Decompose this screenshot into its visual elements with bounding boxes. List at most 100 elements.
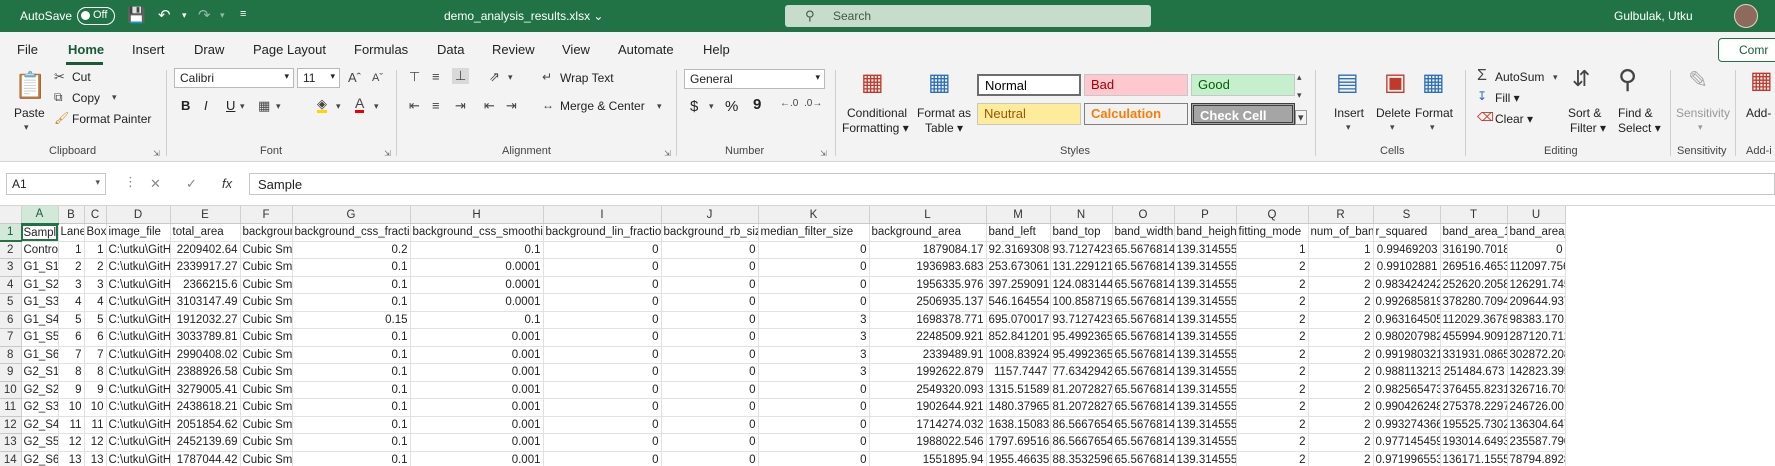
cell[interactable]: Cubic Smooth bbox=[240, 258, 293, 277]
cell[interactable]: 2051854.62 bbox=[170, 416, 241, 434]
cell[interactable]: 0.982565473 bbox=[1373, 381, 1441, 399]
select-all-corner[interactable] bbox=[0, 206, 22, 224]
cell[interactable]: 65.5676814 bbox=[1112, 433, 1175, 452]
cell[interactable]: 0.990426248 bbox=[1373, 398, 1441, 417]
row-header[interactable]: 3 bbox=[0, 258, 22, 277]
column-header[interactable]: B bbox=[58, 206, 85, 224]
cell[interactable]: 2 bbox=[1308, 416, 1374, 434]
cell[interactable]: C:\utku\GitHu bbox=[106, 241, 171, 259]
cell[interactable]: 695.070017 bbox=[986, 311, 1051, 329]
autosum-button[interactable]: AutoSum bbox=[1495, 70, 1544, 84]
find-select-label-1[interactable]: Find & bbox=[1618, 106, 1653, 120]
column-header[interactable]: Q bbox=[1236, 206, 1309, 224]
row-header[interactable]: 14 bbox=[0, 451, 22, 466]
cell[interactable]: r_squared bbox=[1373, 223, 1441, 242]
align-right-icon[interactable]: ⇥ bbox=[455, 98, 466, 114]
cell[interactable]: 5 bbox=[84, 311, 107, 329]
cell[interactable]: 2388926.58 bbox=[170, 363, 241, 382]
cell[interactable]: 2506935.137 bbox=[869, 293, 987, 312]
cell[interactable]: 65.5676814 bbox=[1112, 311, 1175, 329]
column-header[interactable]: K bbox=[758, 206, 870, 224]
name-box[interactable]: A1 ▾ bbox=[6, 173, 106, 195]
cell[interactable]: G2_S4 bbox=[21, 416, 59, 434]
enter-icon[interactable]: ✓ bbox=[186, 176, 197, 192]
format-painter-button[interactable]: Format Painter bbox=[72, 112, 151, 126]
cell[interactable]: 139.3145557 bbox=[1174, 258, 1237, 277]
cell[interactable]: 78794.89285 bbox=[1507, 451, 1566, 466]
cell[interactable]: 0.993274366 bbox=[1373, 416, 1441, 434]
tab-view[interactable]: View bbox=[562, 42, 590, 57]
sort-filter-icon[interactable]: ⇵ bbox=[1572, 66, 1590, 92]
fill-button[interactable]: Fill ▾ bbox=[1495, 91, 1520, 105]
format-cells-button[interactable]: Format bbox=[1415, 106, 1453, 120]
comma-button[interactable]: 9 bbox=[753, 96, 761, 113]
style-neutral[interactable]: Neutral bbox=[977, 103, 1081, 125]
cell[interactable]: 139.3145557 bbox=[1174, 381, 1237, 399]
cell[interactable]: 2 bbox=[1236, 328, 1309, 347]
column-header[interactable]: M bbox=[986, 206, 1051, 224]
increase-font-icon[interactable]: Aˆ bbox=[348, 70, 361, 85]
cell[interactable]: 331931.0865 bbox=[1440, 346, 1508, 364]
cell[interactable]: median_filter_size bbox=[758, 223, 870, 242]
cell[interactable]: band_top bbox=[1050, 223, 1113, 242]
row-header[interactable]: 10 bbox=[0, 381, 22, 399]
cell[interactable]: 0 bbox=[758, 276, 870, 294]
clipboard-launcher-icon[interactable]: ⇲ bbox=[153, 149, 160, 158]
cell[interactable]: C:\utku\GitHu bbox=[106, 311, 171, 329]
cell[interactable]: 0.001 bbox=[410, 416, 544, 434]
format-as-table-label-2[interactable]: Table ▾ bbox=[925, 121, 963, 135]
cell[interactable]: 2 bbox=[1308, 311, 1374, 329]
tab-help[interactable]: Help bbox=[703, 42, 730, 57]
cell[interactable]: 2 bbox=[1308, 258, 1374, 277]
cell[interactable]: 3279005.41 bbox=[170, 381, 241, 399]
column-header[interactable]: H bbox=[410, 206, 544, 224]
column-header[interactable]: D bbox=[106, 206, 171, 224]
cell[interactable]: 2452139.69 bbox=[170, 433, 241, 452]
add-ins-icon[interactable]: ▦ bbox=[1750, 66, 1773, 95]
avatar[interactable] bbox=[1734, 4, 1758, 28]
cell[interactable]: 0 bbox=[543, 258, 662, 277]
cell[interactable]: G1_S5 bbox=[21, 328, 59, 347]
cell[interactable]: 0.0001 bbox=[410, 276, 544, 294]
cell[interactable]: 13 bbox=[58, 451, 85, 466]
row-header[interactable]: 11 bbox=[0, 398, 22, 417]
row-header[interactable]: 6 bbox=[0, 311, 22, 329]
cell[interactable]: 139.3145557 bbox=[1174, 311, 1237, 329]
save-icon[interactable]: 💾 bbox=[127, 6, 146, 24]
styles-more-icon[interactable]: ▾ bbox=[1295, 110, 1307, 125]
sort-filter-label-1[interactable]: Sort & bbox=[1568, 106, 1601, 120]
cell[interactable]: 0 bbox=[758, 398, 870, 417]
cell[interactable]: 326716.7058 bbox=[1507, 381, 1566, 399]
number-format-select[interactable]: General ▾ bbox=[684, 69, 825, 89]
tab-automate[interactable]: Automate bbox=[618, 42, 674, 57]
cell[interactable]: 0 bbox=[661, 416, 759, 434]
user-name[interactable]: Gulbulak, Utku bbox=[1614, 9, 1693, 23]
cell[interactable]: 0.1 bbox=[292, 293, 411, 312]
cell[interactable]: G1_S3 bbox=[21, 293, 59, 312]
cell[interactable]: 65.5676814 bbox=[1112, 241, 1175, 259]
sort-filter-label-2[interactable]: Filter ▾ bbox=[1570, 121, 1606, 135]
cell[interactable]: 1956335.976 bbox=[869, 276, 987, 294]
sensitivity-icon[interactable]: ✎ bbox=[1688, 66, 1708, 95]
cell[interactable]: 139.3145557 bbox=[1174, 328, 1237, 347]
cell[interactable]: Cubic Smooth bbox=[240, 241, 293, 259]
cell[interactable]: 2339917.27 bbox=[170, 258, 241, 277]
cell[interactable]: 139.3145557 bbox=[1174, 241, 1237, 259]
cell[interactable]: 2 bbox=[84, 258, 107, 277]
cell[interactable]: G1_S2 bbox=[21, 276, 59, 294]
merge-center-icon[interactable]: ↔ bbox=[542, 98, 554, 112]
undo-dropdown-icon[interactable]: ▾ bbox=[182, 10, 187, 21]
font-launcher-icon[interactable]: ⇲ bbox=[384, 149, 391, 158]
cell[interactable]: 0.001 bbox=[410, 433, 544, 452]
delete-cells-button[interactable]: Delete bbox=[1376, 106, 1411, 120]
cell[interactable]: 2 bbox=[1236, 346, 1309, 364]
cell[interactable]: 2 bbox=[1236, 398, 1309, 417]
insert-function-icon[interactable]: fx bbox=[222, 176, 232, 191]
autosum-dropdown-icon[interactable]: ▾ bbox=[1553, 72, 1558, 83]
cell[interactable]: 2 bbox=[1308, 346, 1374, 364]
redo-icon[interactable]: ↷ bbox=[198, 6, 211, 24]
cell[interactable]: 275378.2297 bbox=[1440, 398, 1508, 417]
cell[interactable]: background_rb_size bbox=[661, 223, 759, 242]
align-top-icon[interactable]: ⊤ bbox=[409, 69, 420, 85]
cell[interactable]: 0 bbox=[661, 311, 759, 329]
